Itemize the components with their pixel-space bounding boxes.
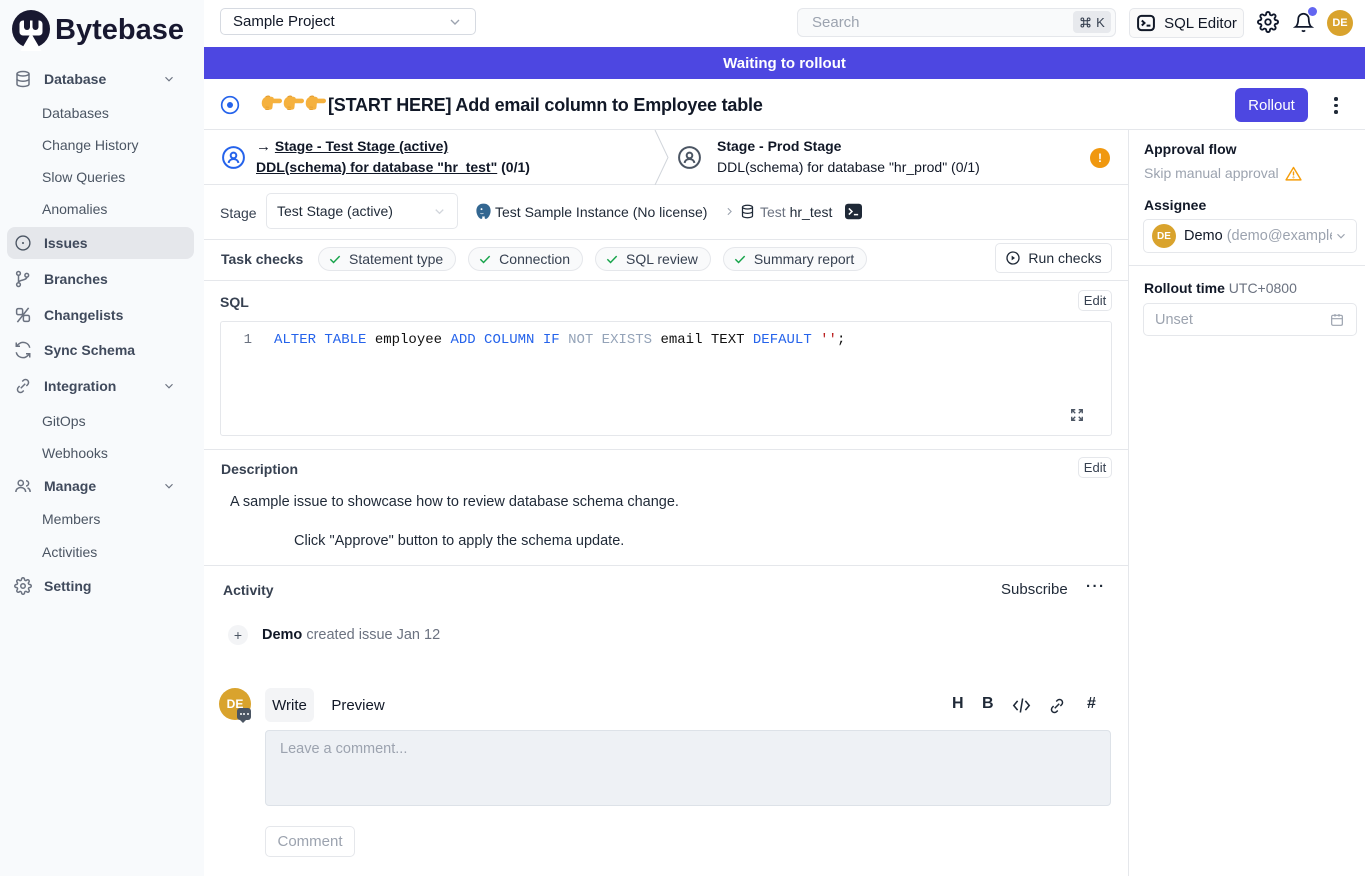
svg-text:Bytebase: Bytebase (55, 14, 184, 46)
